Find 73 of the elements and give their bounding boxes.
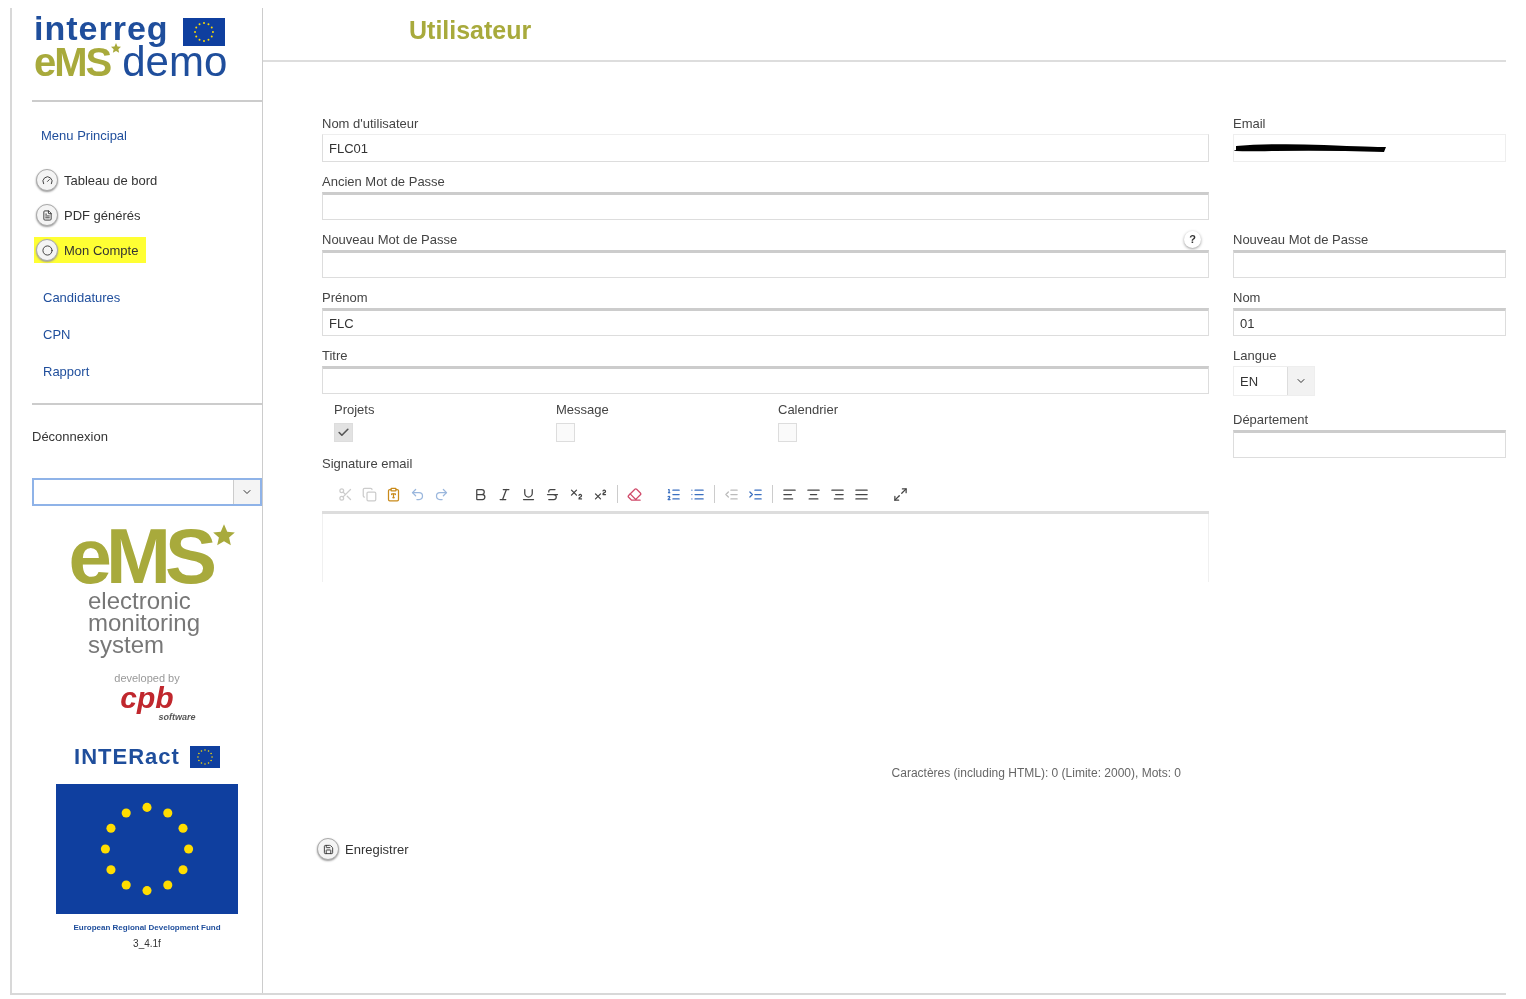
checkbox-label: Calendrier [778, 402, 839, 417]
field-label: Email [1233, 115, 1266, 131]
menu-link[interactable]: Rapport [41, 362, 98, 381]
checkbox-label: Projets [334, 402, 376, 417]
underline-icon[interactable] [521, 486, 536, 502]
menu-item[interactable]: PDF générés [34, 202, 149, 228]
input-field[interactable]: 01 [1233, 308, 1506, 336]
menu-item-icon [36, 239, 58, 261]
input-field[interactable]: FLC [322, 308, 1209, 336]
menu-item[interactable]: Mon Compte [34, 237, 147, 263]
checkbox[interactable] [778, 423, 797, 442]
logout-link[interactable]: Déconnexion [32, 405, 262, 444]
field-label: Ancien Mot de Passe [322, 173, 445, 189]
field-label: Prénom [322, 289, 368, 305]
menu-link[interactable]: CPN [41, 325, 79, 344]
superscript-icon[interactable] [593, 486, 608, 502]
input-field[interactable] [322, 192, 1209, 220]
subscript-icon[interactable] [569, 486, 584, 502]
paste-text-icon[interactable] [386, 486, 401, 502]
field-label: Langue [1233, 347, 1277, 363]
indent-icon[interactable] [748, 486, 763, 502]
menu-item[interactable]: Tableau de bord [34, 167, 166, 193]
italic-icon[interactable] [497, 486, 512, 502]
checkbox[interactable] [556, 423, 575, 442]
align-justify-icon[interactable] [854, 486, 869, 502]
input-field[interactable] [322, 366, 1209, 394]
menu-item-icon [36, 169, 58, 191]
interact-logo-text: INTERact [74, 744, 180, 770]
developed-by-text: developed by [114, 672, 180, 684]
save-button[interactable]: Enregistrer [317, 838, 409, 860]
field-label: Titre [322, 347, 348, 363]
check-icon [337, 426, 350, 439]
field-label: Nouveau Mot de Passe [1233, 231, 1369, 247]
input-field[interactable]: FLC01 [322, 134, 1209, 162]
cpb-logo-text: cpb [120, 684, 174, 712]
menu-item-icon [36, 204, 58, 226]
field-label: Nom d'utilisateur [322, 115, 419, 131]
bullet-list-icon[interactable] [690, 486, 705, 502]
checkbox-label: Message [556, 402, 610, 417]
software-text: software [158, 712, 196, 722]
input-field[interactable] [1233, 250, 1506, 278]
bold-icon[interactable] [473, 486, 488, 502]
field-label: Nouveau Mot de Passe [322, 231, 458, 247]
dropdown-field[interactable] [32, 478, 262, 506]
ems-logo-text: eMS [68, 522, 211, 590]
version-text: 3_4.1f [133, 938, 161, 949]
strikethrough-icon[interactable] [545, 486, 560, 502]
logo-text: eMS [34, 42, 111, 82]
align-right-icon[interactable] [830, 486, 845, 502]
align-center-icon[interactable] [806, 486, 821, 502]
input-field[interactable] [322, 250, 1209, 278]
save-icon [317, 838, 339, 860]
fund-caption: European Regional Development Fund [73, 923, 221, 932]
language-select[interactable]: EN [1233, 366, 1315, 396]
field-label: Signature email [322, 456, 414, 471]
input-field[interactable] [1233, 430, 1506, 458]
character-counter: Caractères (including HTML): 0 (Limite: 2000), Mots: 0 [891, 766, 1181, 780]
maximize-icon[interactable] [893, 486, 908, 502]
eu-flag-icon [182, 18, 225, 46]
checkbox[interactable] [334, 423, 353, 442]
numbered-list-icon[interactable] [666, 486, 681, 502]
page-title: Utilisateur [409, 15, 533, 46]
menu-heading: Menu Principal [41, 128, 128, 143]
eu-flag-icon [189, 746, 220, 768]
star-icon [211, 522, 237, 548]
menu-link[interactable]: Candidatures [41, 288, 129, 307]
field-label: Nom [1233, 289, 1261, 305]
align-left-icon[interactable] [782, 486, 797, 502]
email-field[interactable] [1233, 134, 1506, 162]
eraser-icon[interactable] [627, 486, 642, 502]
logo-tagline: electronic [88, 590, 191, 612]
logo-tagline: system [88, 634, 164, 656]
field-label: Département [1233, 411, 1309, 427]
